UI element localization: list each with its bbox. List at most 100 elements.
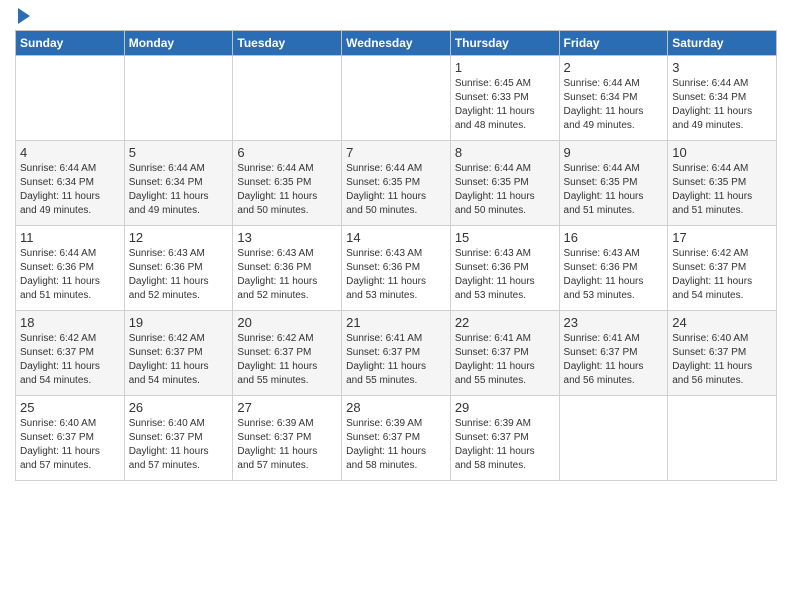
day-number: 19 — [129, 315, 229, 330]
header-day-wednesday: Wednesday — [342, 31, 451, 56]
calendar-cell: 16 Sunrise: 6:43 AM Sunset: 6:36 PM Dayli… — [559, 226, 668, 311]
day-number: 21 — [346, 315, 446, 330]
day-number: 16 — [564, 230, 664, 245]
day-number: 7 — [346, 145, 446, 160]
cell-content: Sunrise: 6:43 AM Sunset: 6:36 PM Dayligh… — [564, 247, 664, 303]
day-number: 15 — [455, 230, 555, 245]
day-number: 12 — [129, 230, 229, 245]
cell-content: Sunrise: 6:44 AM Sunset: 6:36 PM Dayligh… — [20, 247, 120, 303]
cell-content: Sunrise: 6:42 AM Sunset: 6:37 PM Dayligh… — [20, 332, 120, 388]
day-number: 18 — [20, 315, 120, 330]
header-day-sunday: Sunday — [16, 31, 125, 56]
header-day-saturday: Saturday — [668, 31, 777, 56]
calendar-cell: 13 Sunrise: 6:43 AM Sunset: 6:36 PM Dayli… — [233, 226, 342, 311]
calendar-cell: 24 Sunrise: 6:40 AM Sunset: 6:37 PM Dayli… — [668, 311, 777, 396]
day-number: 4 — [20, 145, 120, 160]
calendar-cell: 5 Sunrise: 6:44 AM Sunset: 6:34 PM Daylig… — [124, 141, 233, 226]
cell-content: Sunrise: 6:41 AM Sunset: 6:37 PM Dayligh… — [346, 332, 446, 388]
cell-content: Sunrise: 6:44 AM Sunset: 6:35 PM Dayligh… — [455, 162, 555, 218]
day-number: 22 — [455, 315, 555, 330]
calendar-cell: 11 Sunrise: 6:44 AM Sunset: 6:36 PM Dayli… — [16, 226, 125, 311]
cell-content: Sunrise: 6:41 AM Sunset: 6:37 PM Dayligh… — [455, 332, 555, 388]
day-number: 10 — [672, 145, 772, 160]
header-day-friday: Friday — [559, 31, 668, 56]
calendar-cell: 23 Sunrise: 6:41 AM Sunset: 6:37 PM Dayli… — [559, 311, 668, 396]
day-number: 23 — [564, 315, 664, 330]
logo — [15, 10, 30, 24]
calendar-cell: 20 Sunrise: 6:42 AM Sunset: 6:37 PM Dayli… — [233, 311, 342, 396]
cell-content: Sunrise: 6:42 AM Sunset: 6:37 PM Dayligh… — [237, 332, 337, 388]
calendar-cell — [668, 396, 777, 481]
day-number: 20 — [237, 315, 337, 330]
calendar-cell: 27Sunrise: 6:39 AM Sunset: 6:37 PM Dayli… — [233, 396, 342, 481]
calendar-cell: 1Sunrise: 6:45 AM Sunset: 6:33 PM Daylig… — [450, 56, 559, 141]
calendar-cell: 17 Sunrise: 6:42 AM Sunset: 6:37 PM Dayli… — [668, 226, 777, 311]
calendar-cell: 14 Sunrise: 6:43 AM Sunset: 6:36 PM Dayli… — [342, 226, 451, 311]
cell-content: Sunrise: 6:44 AM Sunset: 6:34 PM Dayligh… — [129, 162, 229, 218]
cell-content: Sunrise: 6:44 AM Sunset: 6:35 PM Dayligh… — [237, 162, 337, 218]
header — [15, 10, 777, 24]
day-number: 2 — [564, 60, 664, 75]
day-number: 6 — [237, 145, 337, 160]
day-number: 25 — [20, 400, 120, 415]
day-number: 11 — [20, 230, 120, 245]
week-row-1: 1Sunrise: 6:45 AM Sunset: 6:33 PM Daylig… — [16, 56, 777, 141]
week-row-4: 18 Sunrise: 6:42 AM Sunset: 6:37 PM Dayli… — [16, 311, 777, 396]
cell-content: Sunrise: 6:39 AM Sunset: 6:37 PM Dayligh… — [455, 417, 555, 473]
calendar-cell: 22 Sunrise: 6:41 AM Sunset: 6:37 PM Dayli… — [450, 311, 559, 396]
calendar-cell — [233, 56, 342, 141]
calendar-cell: 19 Sunrise: 6:42 AM Sunset: 6:37 PM Dayli… — [124, 311, 233, 396]
cell-content: Sunrise: 6:41 AM Sunset: 6:37 PM Dayligh… — [564, 332, 664, 388]
calendar-cell: 3 Sunrise: 6:44 AM Sunset: 6:34 PM Daylig… — [668, 56, 777, 141]
cell-content: Sunrise: 6:45 AM Sunset: 6:33 PM Dayligh… — [455, 77, 555, 133]
cell-content: Sunrise: 6:39 AM Sunset: 6:37 PM Dayligh… — [237, 417, 337, 473]
cell-content: Sunrise: 6:44 AM Sunset: 6:35 PM Dayligh… — [672, 162, 772, 218]
page: SundayMondayTuesdayWednesdayThursdayFrid… — [0, 0, 792, 612]
day-number: 26 — [129, 400, 229, 415]
cell-content: Sunrise: 6:44 AM Sunset: 6:34 PM Dayligh… — [564, 77, 664, 133]
calendar-cell — [124, 56, 233, 141]
day-number: 17 — [672, 230, 772, 245]
logo-arrow-icon — [18, 8, 30, 24]
calendar-cell: 4 Sunrise: 6:44 AM Sunset: 6:34 PM Daylig… — [16, 141, 125, 226]
header-day-monday: Monday — [124, 31, 233, 56]
calendar-cell: 7 Sunrise: 6:44 AM Sunset: 6:35 PM Daylig… — [342, 141, 451, 226]
calendar-cell: 26Sunrise: 6:40 AM Sunset: 6:37 PM Dayli… — [124, 396, 233, 481]
day-number: 28 — [346, 400, 446, 415]
day-number: 3 — [672, 60, 772, 75]
header-day-tuesday: Tuesday — [233, 31, 342, 56]
day-number: 24 — [672, 315, 772, 330]
header-day-thursday: Thursday — [450, 31, 559, 56]
header-row: SundayMondayTuesdayWednesdayThursdayFrid… — [16, 31, 777, 56]
day-number: 13 — [237, 230, 337, 245]
cell-content: Sunrise: 6:43 AM Sunset: 6:36 PM Dayligh… — [455, 247, 555, 303]
calendar-cell: 28 Sunrise: 6:39 AM Sunset: 6:37 PM Dayli… — [342, 396, 451, 481]
cell-content: Sunrise: 6:40 AM Sunset: 6:37 PM Dayligh… — [672, 332, 772, 388]
cell-content: Sunrise: 6:44 AM Sunset: 6:34 PM Dayligh… — [672, 77, 772, 133]
cell-content: Sunrise: 6:43 AM Sunset: 6:36 PM Dayligh… — [237, 247, 337, 303]
cell-content: Sunrise: 6:42 AM Sunset: 6:37 PM Dayligh… — [672, 247, 772, 303]
calendar-cell: 8 Sunrise: 6:44 AM Sunset: 6:35 PM Daylig… — [450, 141, 559, 226]
day-number: 8 — [455, 145, 555, 160]
cell-content: Sunrise: 6:44 AM Sunset: 6:35 PM Dayligh… — [346, 162, 446, 218]
calendar-cell — [16, 56, 125, 141]
calendar-cell: 9Sunrise: 6:44 AM Sunset: 6:35 PM Daylig… — [559, 141, 668, 226]
calendar-cell: 15 Sunrise: 6:43 AM Sunset: 6:36 PM Dayli… — [450, 226, 559, 311]
cell-content: Sunrise: 6:44 AM Sunset: 6:34 PM Dayligh… — [20, 162, 120, 218]
week-row-5: 25 Sunrise: 6:40 AM Sunset: 6:37 PM Dayli… — [16, 396, 777, 481]
calendar-cell: 29Sunrise: 6:39 AM Sunset: 6:37 PM Dayli… — [450, 396, 559, 481]
cell-content: Sunrise: 6:42 AM Sunset: 6:37 PM Dayligh… — [129, 332, 229, 388]
week-row-3: 11 Sunrise: 6:44 AM Sunset: 6:36 PM Dayli… — [16, 226, 777, 311]
calendar-cell: 25 Sunrise: 6:40 AM Sunset: 6:37 PM Dayli… — [16, 396, 125, 481]
calendar-cell: 21 Sunrise: 6:41 AM Sunset: 6:37 PM Dayli… — [342, 311, 451, 396]
day-number: 14 — [346, 230, 446, 245]
calendar-cell: 6 Sunrise: 6:44 AM Sunset: 6:35 PM Daylig… — [233, 141, 342, 226]
cell-content: Sunrise: 6:39 AM Sunset: 6:37 PM Dayligh… — [346, 417, 446, 473]
calendar-cell: 12Sunrise: 6:43 AM Sunset: 6:36 PM Dayli… — [124, 226, 233, 311]
cell-content: Sunrise: 6:43 AM Sunset: 6:36 PM Dayligh… — [346, 247, 446, 303]
cell-content: Sunrise: 6:40 AM Sunset: 6:37 PM Dayligh… — [20, 417, 120, 473]
day-number: 5 — [129, 145, 229, 160]
day-number: 9 — [564, 145, 664, 160]
calendar-table: SundayMondayTuesdayWednesdayThursdayFrid… — [15, 30, 777, 481]
week-row-2: 4 Sunrise: 6:44 AM Sunset: 6:34 PM Daylig… — [16, 141, 777, 226]
